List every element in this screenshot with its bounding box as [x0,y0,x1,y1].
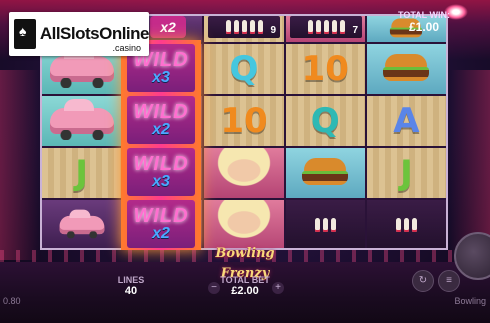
total-win-label: TOTAL WIN: [398,10,450,20]
letter-q-symbol: Q [310,101,340,141]
letter-j-symbol: J [400,153,413,193]
wild-multiplier: x2 [152,225,170,242]
bonus-pins-tile: 9 [208,16,280,38]
wild-label: WILD [133,101,189,123]
reel-cell [204,200,284,248]
lines-display: LINES 40 [108,275,154,297]
total-win-display: TOTAL WIN: £1.00 [398,10,450,34]
bonus-count: 7 [352,25,358,36]
pink-car-symbol [49,47,114,88]
letter-a-symbol: A [393,101,420,141]
left-neon-light [0,70,40,260]
logo-text: AllSlotsOnline [39,24,150,43]
bonus-count: 9 [270,25,276,36]
reel-cell [42,96,122,146]
reel-cell: Q [204,44,284,94]
bowling-pins-symbol [366,200,446,248]
reel-cell: J [42,148,122,198]
lines-value: 40 [124,285,138,297]
letter-j-symbol: J [75,153,88,193]
reel-cell: A [366,96,446,146]
reel-3: K Q 10 [204,16,284,248]
burger-symbol [302,158,349,188]
reel-cell: 10 [204,96,284,146]
wild-symbol: WILD x2 [127,200,195,248]
wild-multiplier: x3 [152,173,170,190]
pink-car-symbol [49,99,114,140]
reel-cell [366,200,446,248]
bonus-pins-tile: 7 [290,16,362,38]
site-logo: AllSlotsOnline .casino [9,12,150,56]
bet-increase-button[interactable]: + [272,282,284,294]
wild-symbol: WILD x3 [127,148,195,196]
wild-multiplier-badge: x2 [150,16,186,38]
letter-q-symbol: Q [229,49,259,89]
reel-cell: Q [285,96,365,146]
game-title: Bowling Frenzy [215,246,275,281]
expanded-wild-column: WILD x3 WILD x2 WILD x3 WILD x2 [121,40,201,250]
reel-cell: J [366,148,446,198]
lines-label: LINES [117,275,145,285]
reel-cell [285,200,365,248]
right-neon-light [450,70,490,260]
total-bet-value: £2.00 [231,285,259,297]
pinup-woman-symbol [204,148,284,198]
burger-symbol [383,54,430,84]
reel-cell: 10 [285,44,365,94]
bottom-game-name: Bowling [454,296,486,306]
reel-5: A J [366,16,446,248]
wild-multiplier: x2 [152,121,170,138]
reel-cell [204,148,284,198]
reel-cell [42,200,122,248]
total-bet-display: TOTAL BET £2.00 [212,275,278,297]
wild-multiplier: x3 [152,69,170,86]
reel-4: 10 Q [285,16,365,248]
wild-symbol: WILD x2 [127,96,195,144]
reel-cell [366,44,446,94]
reel-cell [285,148,365,198]
bowling-pins-symbol [285,200,365,248]
number-10-symbol: 10 [301,49,349,89]
logo-suffix: .casino [112,43,141,53]
playing-card-icon [14,19,36,49]
autoplay-button[interactable]: ↻ [412,270,434,292]
wild-label: WILD [133,205,189,227]
pinup-woman-symbol [204,200,284,248]
menu-button[interactable]: ≡ [438,270,460,292]
number-10-symbol: 10 [220,101,268,141]
balance-text: 0.80 [3,296,21,306]
wild-label: WILD [133,153,189,175]
pink-car-symbol [59,209,104,239]
total-win-value: £1.00 [408,20,440,34]
total-bet-label: TOTAL BET [220,275,270,285]
